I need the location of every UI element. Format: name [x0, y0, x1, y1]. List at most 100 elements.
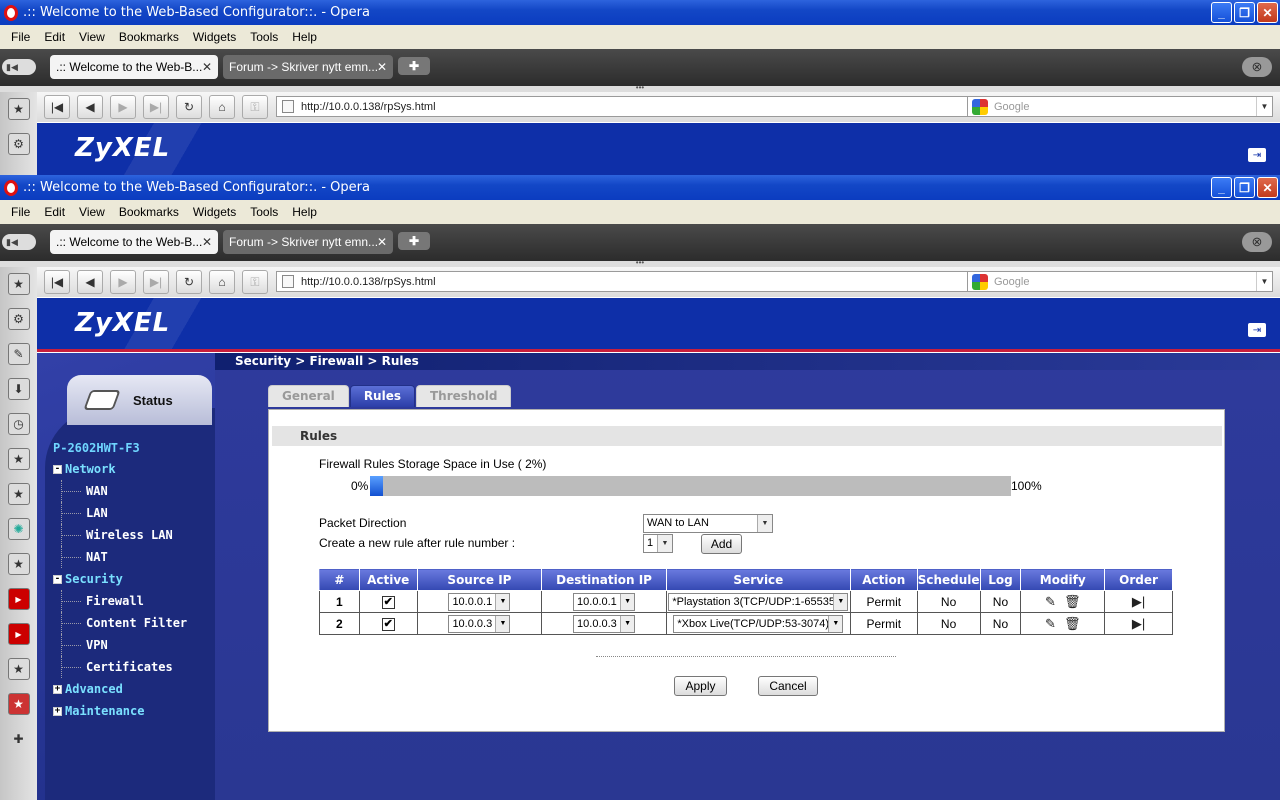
widget-panel-icon[interactable]: ✺ [7, 518, 30, 540]
title-bar[interactable]: .:: Welcome to the Web-Based Configurato… [0, 0, 1280, 25]
chevron-down-icon[interactable]: ▼ [757, 515, 772, 532]
nav-content-filter[interactable]: Content Filter [53, 612, 187, 634]
rewind-button[interactable]: |◀ [44, 270, 70, 294]
settings-panel-icon[interactable]: ⚙ [7, 133, 30, 155]
trash-icon[interactable]: 🗑 [1064, 616, 1081, 632]
menu-bookmarks[interactable]: Bookmarks [112, 30, 186, 44]
edit-icon[interactable]: ✎ [1045, 594, 1056, 610]
youtube-panel-icon[interactable]: ▶ [7, 588, 30, 610]
new-tab-button[interactable]: ✚ [398, 232, 430, 250]
tab-threshold[interactable]: Threshold [416, 385, 512, 407]
menu-tools[interactable]: Tools [243, 205, 285, 219]
chevron-down-icon[interactable]: ▼ [1256, 97, 1272, 116]
nav-wireless-lan[interactable]: Wireless LAN [53, 524, 187, 546]
rewind-button[interactable]: |◀ [44, 95, 70, 119]
forward-button[interactable]: ▶ [110, 95, 136, 119]
expand-icon[interactable]: + [53, 706, 62, 716]
back-button[interactable]: ◀ [77, 95, 103, 119]
nav-nat[interactable]: NAT [53, 546, 187, 568]
notes-panel-icon[interactable]: ✎ [7, 343, 30, 365]
add-button[interactable]: Add [701, 534, 742, 554]
service-select[interactable]: *Playstation 3(TCP/UDP:1-65535) ▼ [668, 592, 849, 611]
minimize-button[interactable]: _ [1211, 177, 1232, 198]
fast-forward-button[interactable]: ▶| [143, 270, 169, 294]
menu-help[interactable]: Help [285, 30, 324, 44]
logout-icon[interactable]: ⇥ [1248, 148, 1266, 162]
wand-button[interactable]: ⚿ [242, 95, 268, 119]
search-field[interactable]: Google ▼ [967, 96, 1273, 117]
close-tab-icon[interactable]: ✕ [377, 60, 387, 74]
downloads-panel-icon[interactable]: ⬇ [7, 378, 30, 400]
chevron-down-icon[interactable]: ▼ [833, 593, 848, 610]
menu-tools[interactable]: Tools [243, 30, 285, 44]
bookmark-panel-icon[interactable]: ★ [7, 553, 30, 575]
close-tab-icon[interactable]: ✕ [202, 235, 212, 249]
active-checkbox[interactable]: ✔ [381, 618, 395, 631]
add-panel-icon[interactable]: ✚ [8, 728, 30, 750]
nav-wan[interactable]: WAN [53, 480, 187, 502]
nav-vpn[interactable]: VPN [53, 634, 187, 656]
service-select[interactable]: *Xbox Live(TCP/UDP:53-3074) ▼ [673, 614, 844, 633]
title-bar[interactable]: .:: Welcome to the Web-Based Configurato… [0, 175, 1280, 200]
menu-edit[interactable]: Edit [37, 30, 72, 44]
home-button[interactable]: ⌂ [209, 270, 235, 294]
history-panel-icon[interactable]: ◷ [7, 413, 30, 435]
new-tab-button[interactable]: ✚ [398, 57, 430, 75]
trash-icon[interactable]: 🗑 [1064, 594, 1081, 610]
bookmarks-panel-icon[interactable]: ★ [7, 98, 30, 120]
address-field[interactable]: http://10.0.0.138/rpSys.html▼ [276, 96, 991, 117]
apply-button[interactable]: Apply [674, 676, 727, 696]
reload-button[interactable]: ↻ [176, 270, 202, 294]
settings-panel-icon[interactable]: ⚙ [7, 308, 30, 330]
maximize-button[interactable]: ❐ [1234, 177, 1255, 198]
menu-view[interactable]: View [72, 205, 112, 219]
tab-general[interactable]: General [268, 385, 349, 407]
menu-view[interactable]: View [72, 30, 112, 44]
chevron-down-icon[interactable]: ▼ [620, 593, 635, 610]
menu-widgets[interactable]: Widgets [186, 205, 243, 219]
tab-forum[interactable]: Forum -> Skriver nytt emn... ✕ [223, 230, 393, 254]
menu-edit[interactable]: Edit [37, 205, 72, 219]
address-field[interactable]: http://10.0.0.138/rpSys.html▼ [276, 271, 991, 292]
trash-icon[interactable]: ⊗ [1242, 57, 1272, 77]
forward-button[interactable]: ▶ [110, 270, 136, 294]
tab-configurator[interactable]: .:: Welcome to the Web-B... ✕ [50, 55, 218, 79]
collapse-icon[interactable]: - [53, 574, 62, 584]
rule-number-select[interactable]: 1 ▼ [643, 534, 673, 553]
menu-file[interactable]: File [4, 205, 37, 219]
menu-file[interactable]: File [4, 30, 37, 44]
active-checkbox[interactable]: ✔ [381, 596, 395, 609]
tab-rules[interactable]: Rules [349, 385, 415, 407]
logout-icon[interactable]: ⇥ [1248, 323, 1266, 337]
bookmark-panel-icon[interactable]: ★ [7, 483, 30, 505]
close-button[interactable]: ✕ [1257, 177, 1278, 198]
chevron-down-icon[interactable]: ▼ [620, 615, 635, 632]
chevron-down-icon[interactable]: ▼ [828, 615, 843, 632]
close-button[interactable]: ✕ [1257, 2, 1278, 23]
chevron-down-icon[interactable]: ▼ [495, 593, 510, 610]
move-icon[interactable]: ▶| [1132, 594, 1145, 610]
chevron-down-icon[interactable]: ▼ [1256, 272, 1272, 291]
packet-direction-select[interactable]: WAN to LAN ▼ [643, 514, 773, 533]
close-tab-icon[interactable]: ✕ [202, 60, 212, 74]
chevron-down-icon[interactable]: ▼ [657, 535, 672, 552]
nav-lan[interactable]: LAN [53, 502, 187, 524]
tab-forum[interactable]: Forum -> Skriver nytt emn... ✕ [223, 55, 393, 79]
search-field[interactable]: Google ▼ [967, 271, 1273, 292]
move-icon[interactable]: ▶| [1132, 616, 1145, 632]
menu-widgets[interactable]: Widgets [186, 30, 243, 44]
destination-ip-select[interactable]: 10.0.0.3 ▼ [573, 614, 636, 633]
collapse-icon[interactable]: - [53, 464, 62, 474]
home-button[interactable]: ⌂ [209, 95, 235, 119]
reload-button[interactable]: ↻ [176, 95, 202, 119]
source-ip-select[interactable]: 10.0.0.3 ▼ [448, 614, 511, 633]
nav-network[interactable]: - Network [53, 458, 187, 480]
nav-advanced[interactable]: + Advanced [53, 678, 187, 700]
back-button[interactable]: ◀ [77, 270, 103, 294]
nav-maintenance[interactable]: + Maintenance [53, 700, 187, 722]
source-ip-select[interactable]: 10.0.0.1 ▼ [448, 592, 511, 611]
bookmark-panel-icon[interactable]: ★ [7, 448, 30, 470]
bookmark-panel-icon[interactable]: ★ [7, 658, 30, 680]
minimize-button[interactable]: _ [1211, 2, 1232, 23]
nav-firewall[interactable]: Firewall [53, 590, 187, 612]
